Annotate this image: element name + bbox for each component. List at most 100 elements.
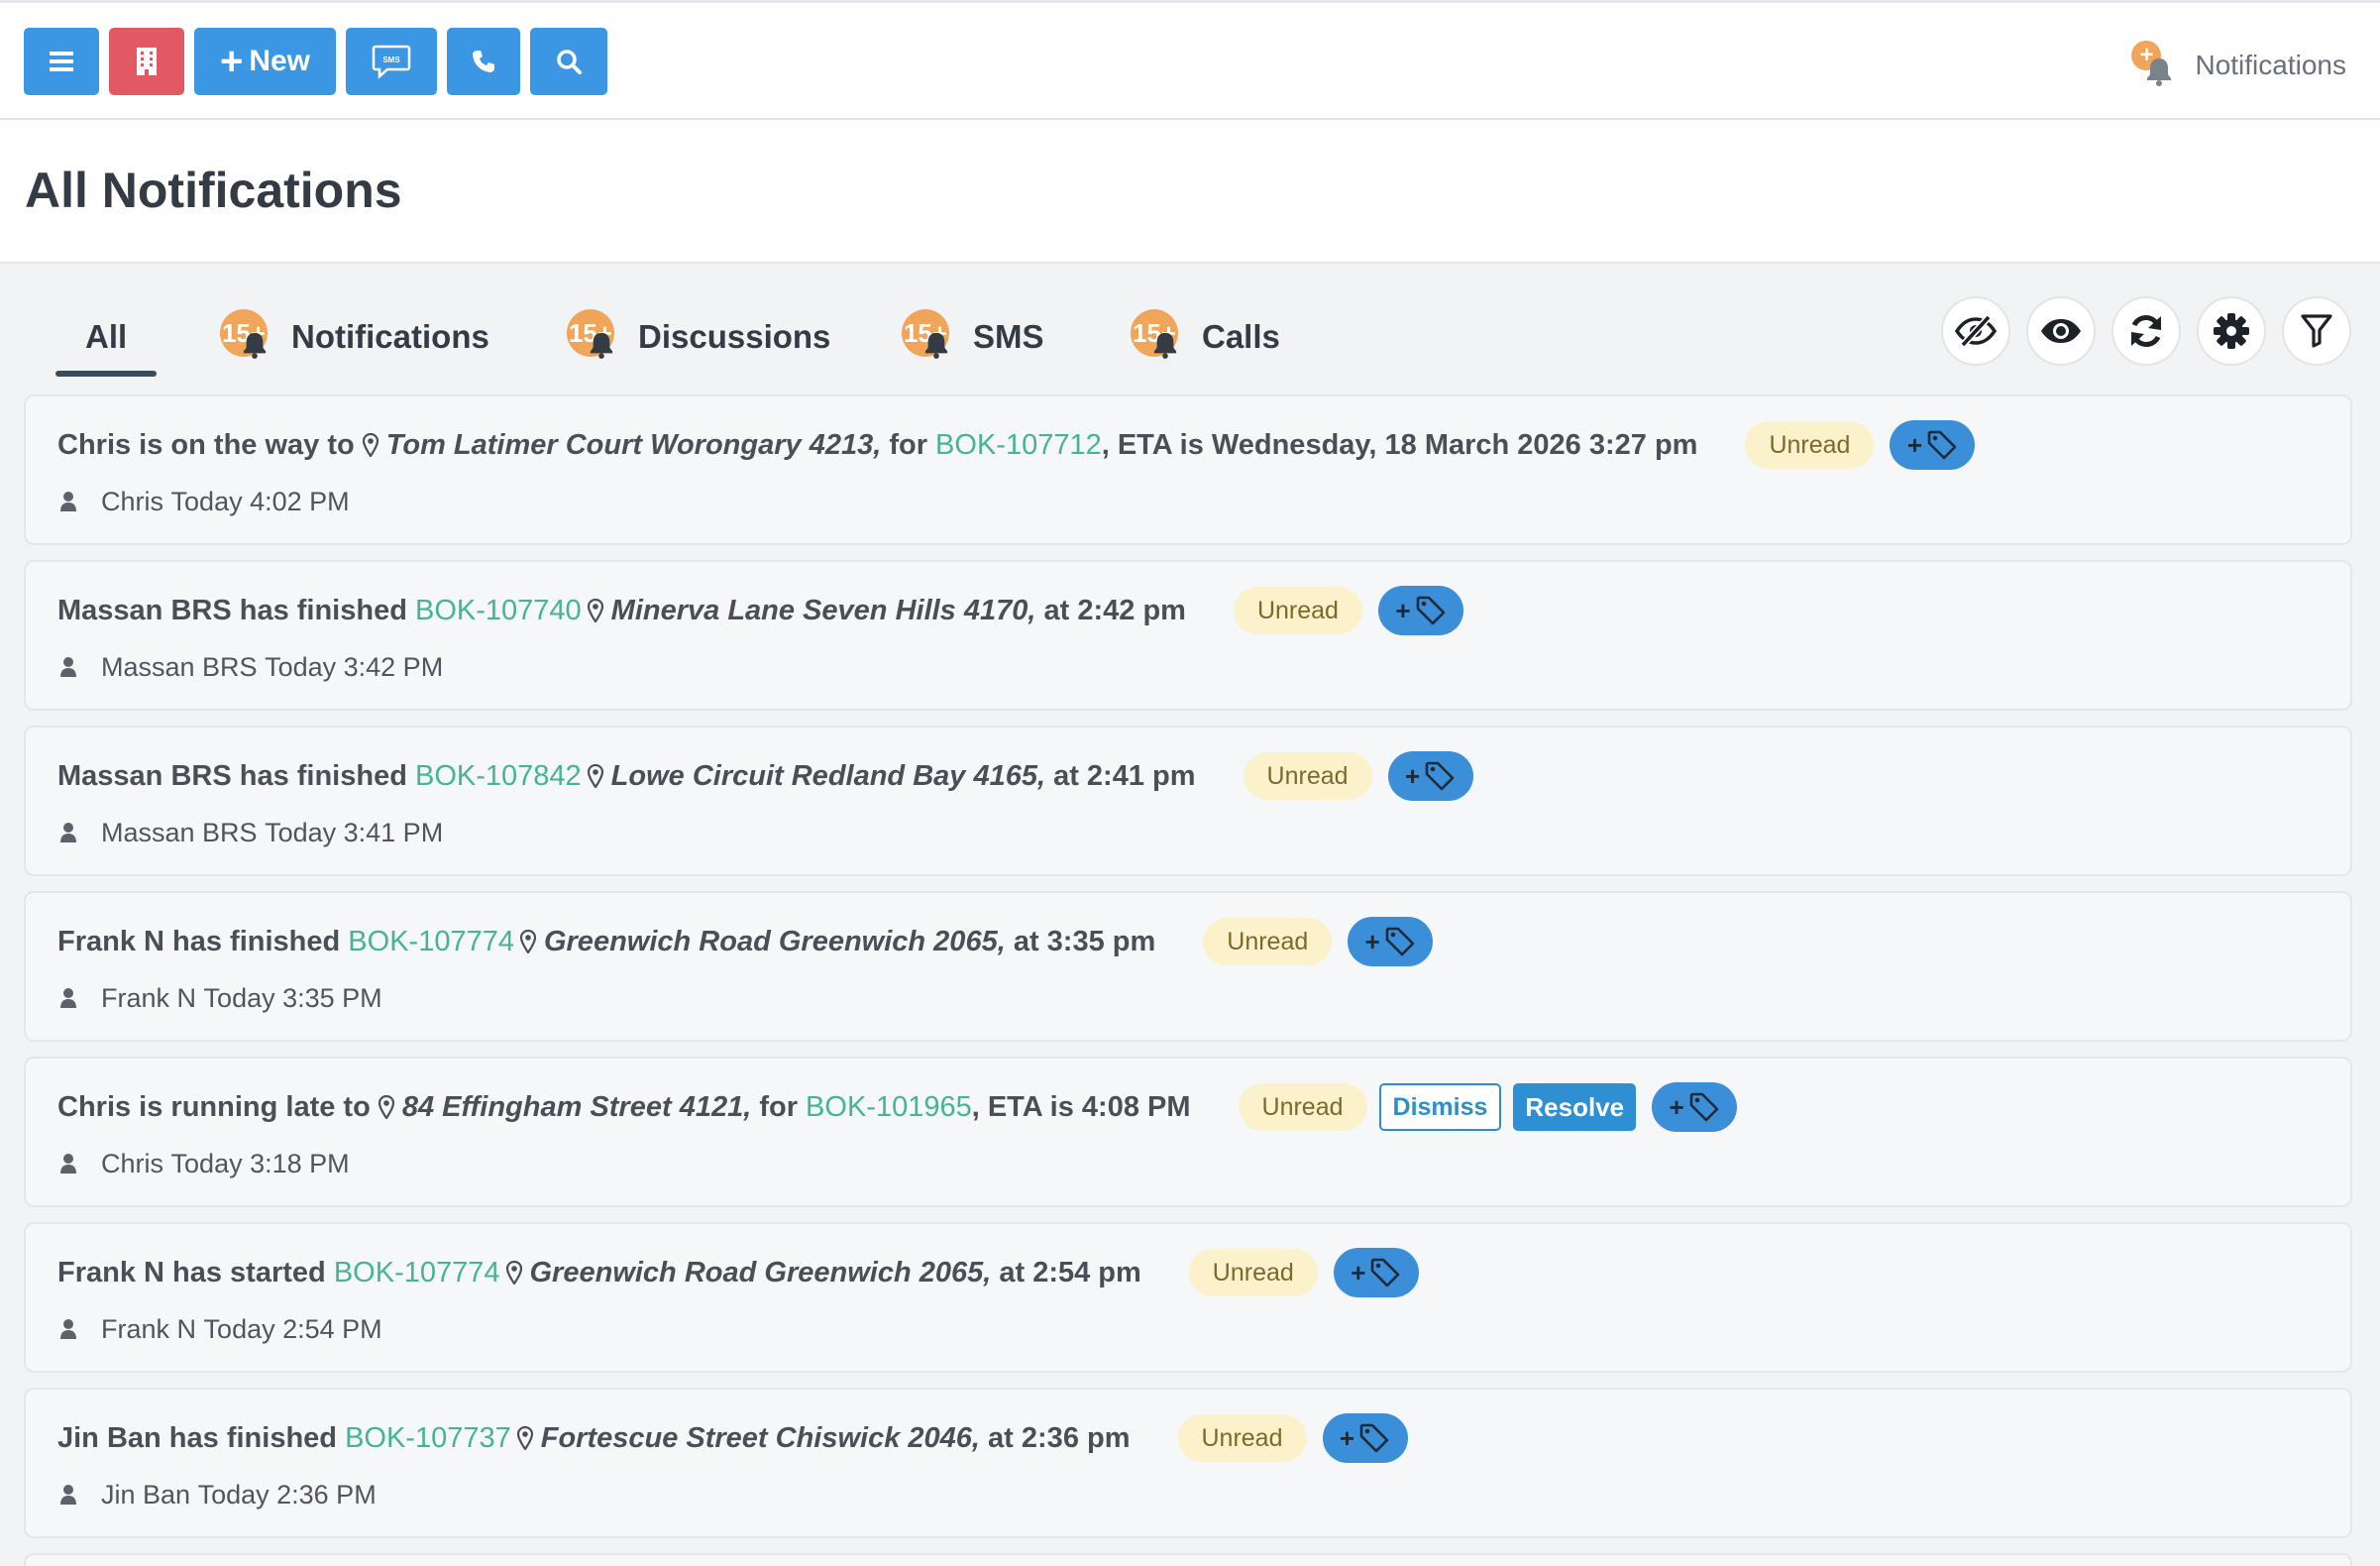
plus-icon: + (1906, 429, 1923, 460)
user-icon (60, 657, 76, 677)
message-text: Chris is running late to (57, 1090, 371, 1123)
notification-card[interactable]: Massan BRS has finished BOK-107842 Lowe … (24, 726, 2352, 876)
user-icon (60, 492, 76, 511)
booking-link[interactable]: BOK-107740 (415, 595, 582, 627)
message-text: Massan BRS has finished (57, 594, 415, 626)
tag-icon (1927, 430, 1957, 460)
notification-actions: Unread + (1745, 420, 1976, 470)
notification-message: Massan BRS has finished BOK-107740 Miner… (57, 586, 1463, 635)
add-tag-button[interactable]: + (1387, 751, 1473, 801)
tab-notifications[interactable]: 15+ Notifications (220, 297, 489, 377)
timestamp: Today 3:18 PM (170, 1148, 350, 1178)
message-text: Massan BRS has finished (57, 759, 415, 792)
notification-actions: Unread + (1233, 586, 1463, 635)
filter-icon (2301, 314, 2332, 348)
notification-meta: Frank N Today 2:54 PM (59, 1309, 382, 1349)
notification-message: Chris is on the way to Tom Latimer Court… (57, 420, 1976, 470)
notification-card[interactable]: Frank N has started BOK-107774 Greenwich… (24, 1222, 2352, 1373)
add-tag-button[interactable]: + (1652, 1082, 1738, 1132)
notification-card[interactable]: Massan BRS has finished BOK-107740 Miner… (24, 560, 2352, 711)
booking-link[interactable]: BOK-107842 (415, 760, 582, 793)
status-badge: Unread (1233, 587, 1362, 634)
plus-icon: + (1339, 1422, 1355, 1453)
notification-actions: Unread + (1203, 917, 1434, 966)
notification-message: Chris is running late to 84 Effingham St… (57, 1082, 1738, 1132)
address-text: Greenwich Road Greenwich 2065, (543, 925, 1006, 957)
message-text: Jin Ban has finished (57, 1421, 346, 1454)
message-text: , ETA is 4:08 PM (971, 1090, 1191, 1123)
booking-link[interactable]: BOK-101965 (806, 1091, 972, 1124)
sms-button[interactable]: SMS (346, 28, 437, 95)
timestamp: Today 2:54 PM (203, 1313, 382, 1344)
bars-icon (50, 52, 73, 71)
status-badge: Unread (1203, 918, 1333, 965)
tab-badge-wrap: 15+ (220, 309, 275, 365)
tab-badge-wrap: 15+ (1131, 309, 1186, 365)
user-icon (60, 823, 76, 842)
dismiss-button[interactable]: Dismiss (1378, 1083, 1502, 1131)
refresh-icon (2131, 315, 2161, 347)
add-tag-button[interactable]: + (1322, 1413, 1408, 1463)
plus-icon: + (219, 40, 244, 83)
building-button[interactable] (109, 28, 184, 95)
tag-icon (1689, 1092, 1719, 1122)
booking-link[interactable]: BOK-107712 (935, 429, 1102, 462)
notification-card[interactable]: Chris is on the way to Tom Latimer Court… (24, 394, 2352, 545)
user-name: Chris (101, 486, 164, 516)
status-badge: Unread (1243, 752, 1372, 800)
bell-icon (924, 332, 948, 359)
tag-icon (1359, 1423, 1389, 1453)
notification-card[interactable]: Frank N has finished BOK-107774 Greenwic… (24, 891, 2352, 1042)
map-marker-icon (519, 930, 536, 953)
timestamp: Today 4:02 PM (170, 486, 350, 516)
new-button[interactable]: + New (194, 28, 336, 95)
tab-sms[interactable]: 15+ SMS (902, 297, 1044, 377)
plus-icon: + (1351, 1257, 1366, 1287)
notification-actions: Unread + (1188, 1248, 1419, 1297)
notification-message: Massan BRS has finished BOK-107842 Lowe … (57, 751, 1473, 801)
notifications-label: Notifications (2195, 50, 2346, 80)
add-tag-button[interactable]: + (1377, 586, 1463, 635)
filter-button[interactable] (2282, 296, 2351, 366)
hide-read-button[interactable] (1941, 296, 2010, 366)
timestamp: Today 3:41 PM (265, 817, 444, 847)
booking-link[interactable]: BOK-107774 (348, 926, 514, 958)
booking-link[interactable]: BOK-107774 (334, 1257, 500, 1289)
search-button[interactable] (530, 28, 607, 95)
show-read-button[interactable] (2026, 296, 2096, 366)
message-text: at 2:54 pm (991, 1256, 1141, 1288)
settings-button[interactable] (2197, 296, 2266, 366)
tab-calls[interactable]: 15+ Calls (1131, 297, 1280, 377)
tab-label: Notifications (291, 318, 489, 355)
tab-label: Discussions (638, 318, 831, 355)
notifications-menu[interactable]: + Notifications (2131, 31, 2346, 100)
resolve-button[interactable]: Resolve (1513, 1083, 1637, 1131)
notification-actions: Unread + (1243, 751, 1473, 801)
status-badge: Unread (1188, 1249, 1318, 1296)
notification-card[interactable]: Jin Ban has finished BOK-107737 Fortescu… (24, 1388, 2352, 1538)
search-icon (557, 50, 582, 74)
phone-button[interactable] (447, 28, 520, 95)
add-tag-button[interactable]: + (1348, 917, 1434, 966)
message-text: for (751, 1090, 807, 1123)
message-text: Frank N has started (57, 1256, 334, 1288)
menu-button[interactable] (24, 28, 99, 95)
eye-icon (2041, 319, 2081, 343)
add-tag-button[interactable]: + (1333, 1248, 1419, 1297)
add-tag-button[interactable]: + (1890, 420, 1976, 470)
tab-discussions[interactable]: 15+ Discussions (567, 297, 830, 377)
status-badge: Unread (1238, 1083, 1367, 1131)
bell-icon (1153, 332, 1177, 359)
booking-link[interactable]: BOK-107737 (345, 1422, 511, 1455)
bell-icon (590, 332, 613, 359)
message-text: Chris is on the way to (57, 428, 355, 461)
bell-icon (2147, 58, 2172, 86)
tab-all[interactable]: All (55, 297, 158, 377)
notification-card[interactable] (24, 1553, 2352, 1566)
svg-text:SMS: SMS (382, 56, 400, 64)
status-badge: Unread (1745, 421, 1875, 469)
notification-card[interactable]: Chris is running late to 84 Effingham St… (24, 1057, 2352, 1207)
user-name: Massan BRS (101, 817, 258, 847)
address-text: Tom Latimer Court Worongary 4213, (385, 428, 882, 461)
refresh-button[interactable] (2111, 296, 2181, 366)
